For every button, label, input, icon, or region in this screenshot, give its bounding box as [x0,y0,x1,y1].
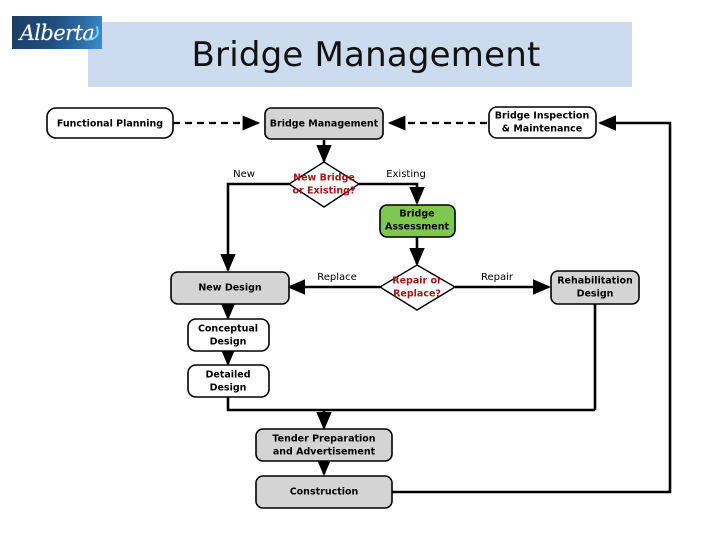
slide-canvas: Bridge Management Alberta Bridge Managem… [0,0,720,540]
node-new-bridge-or-existing-label-line1: New Bridge [293,173,355,184]
node-conceptual-design-label-line2: Design [210,337,247,348]
node-new-bridge-or-existing-shape [287,161,361,208]
node-repair-or-replace[interactable]: Repair or Replace? [378,264,457,311]
node-new-design[interactable]: New Design [170,271,290,305]
node-repair-or-replace-shape [378,264,457,311]
node-repair-or-replace-label-line1: Repair or [392,276,442,287]
node-detailed-design[interactable]: Detailed Design [187,364,270,398]
node-bridge-assessment-label-line2: Assessment [385,222,450,233]
node-conceptual-design[interactable]: Conceptual Design [187,318,270,352]
edge-label-existing: Existing [386,169,426,180]
edge-label-replace: Replace [317,272,357,283]
node-new-bridge-or-existing-label-line2: or Existing? [293,186,356,197]
node-construction-label: Construction [290,487,359,498]
node-new-bridge-or-existing[interactable]: New Bridge or Existing? [287,161,361,208]
node-bridge-management-label: Bridge Management [270,119,379,130]
edge-label-new: New [233,169,255,180]
edge-label-repair: Repair [481,272,514,283]
node-functional-planning[interactable]: Functional Planning [46,107,174,139]
node-bridge-inspection-maintenance-label-line1: Bridge Inspection [495,111,590,122]
node-repair-or-replace-label-line2: Replace? [393,289,441,300]
node-detailed-design-label-line1: Detailed [205,370,250,381]
node-bridge-assessment[interactable]: Bridge Assessment [379,204,456,238]
node-bridge-management[interactable]: Bridge Management [264,107,384,140]
bridge-management-flowchart: Bridge Management --> Bridge Management … [46,106,672,509]
edge-construction-to-bridge-inspection [390,115,672,494]
node-functional-planning-label: Functional Planning [57,119,163,130]
node-bridge-inspection-maintenance-label-line2: & Maintenance [502,124,582,135]
edge-new-to-new-design [220,182,289,273]
edge-detailed-design-to-bus [226,397,595,412]
node-construction[interactable]: Construction [255,475,393,509]
node-new-design-label: New Design [198,283,262,294]
node-bridge-inspection-maintenance[interactable]: Bridge Inspection & Maintenance [488,106,597,139]
node-detailed-design-label-line2: Design [210,383,247,394]
node-rehabilitation-design-label-line2: Design [577,289,614,300]
node-conceptual-design-label-line1: Conceptual [198,324,258,335]
node-rehabilitation-design[interactable]: Rehabilitation Design [550,270,640,305]
node-tender-preparation-label-line1: Tender Preparation [272,434,375,445]
node-rehabilitation-design-label-line1: Rehabilitation [557,276,633,287]
edge-existing-to-bridge-assessment [359,182,425,206]
node-bridge-assessment-label-line1: Bridge [399,209,434,220]
node-tender-preparation[interactable]: Tender Preparation and Advertisement [255,428,393,462]
node-tender-preparation-label-line2: and Advertisement [273,447,376,458]
